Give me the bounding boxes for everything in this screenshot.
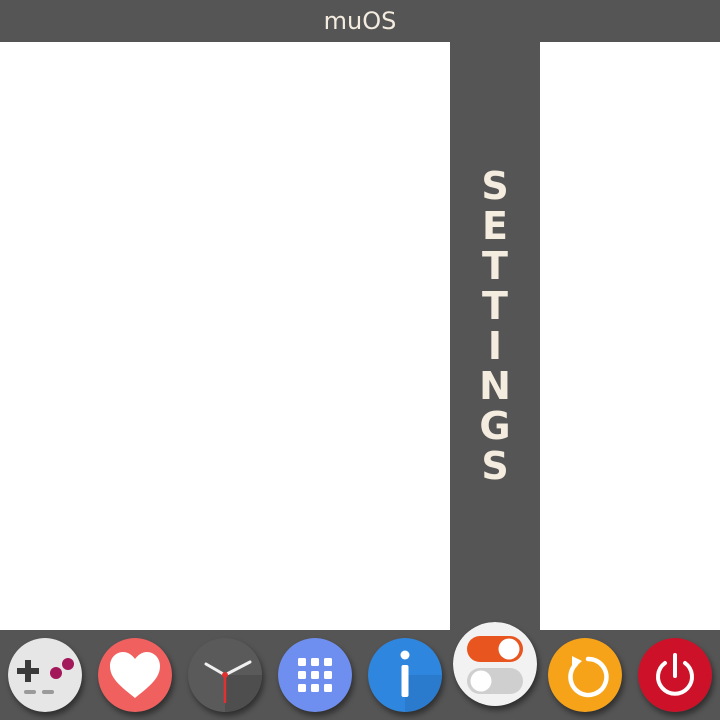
dock-item-shutdown[interactable] <box>638 638 712 712</box>
dock-item-reboot[interactable] <box>548 638 622 712</box>
section-title-letter: S <box>481 164 509 208</box>
screen: muOS S E T T I N G S <box>0 0 720 720</box>
toggle-icon <box>453 622 537 706</box>
dock-item-history[interactable] <box>188 638 262 712</box>
section-title-letter: S <box>481 444 509 488</box>
section-title-letter: E <box>482 204 508 248</box>
gamepad-icon <box>8 638 82 712</box>
power-icon <box>638 638 712 712</box>
section-title-letter: G <box>479 404 511 448</box>
section-title-letter: I <box>487 324 503 368</box>
heart-icon <box>98 638 172 712</box>
content-panel-right <box>540 42 720 630</box>
section-title-letter: N <box>479 364 511 408</box>
dock-item-information[interactable] <box>368 638 442 712</box>
dock-item-explore[interactable] <box>8 638 82 712</box>
reboot-icon <box>548 638 622 712</box>
dock-item-favourites[interactable] <box>98 638 172 712</box>
section-title-vertical: S E T T I N G S <box>450 166 540 486</box>
info-icon <box>368 638 442 712</box>
clock-icon <box>188 638 262 712</box>
section-title-letter: T <box>482 244 508 288</box>
content-panel-left <box>0 42 450 630</box>
section-title-letter: T <box>482 284 508 328</box>
header-bar: muOS <box>0 0 720 42</box>
grid-icon <box>278 638 352 712</box>
dock-item-settings[interactable] <box>453 622 537 706</box>
dock-item-applications[interactable] <box>278 638 352 712</box>
app-title: muOS <box>323 7 397 35</box>
